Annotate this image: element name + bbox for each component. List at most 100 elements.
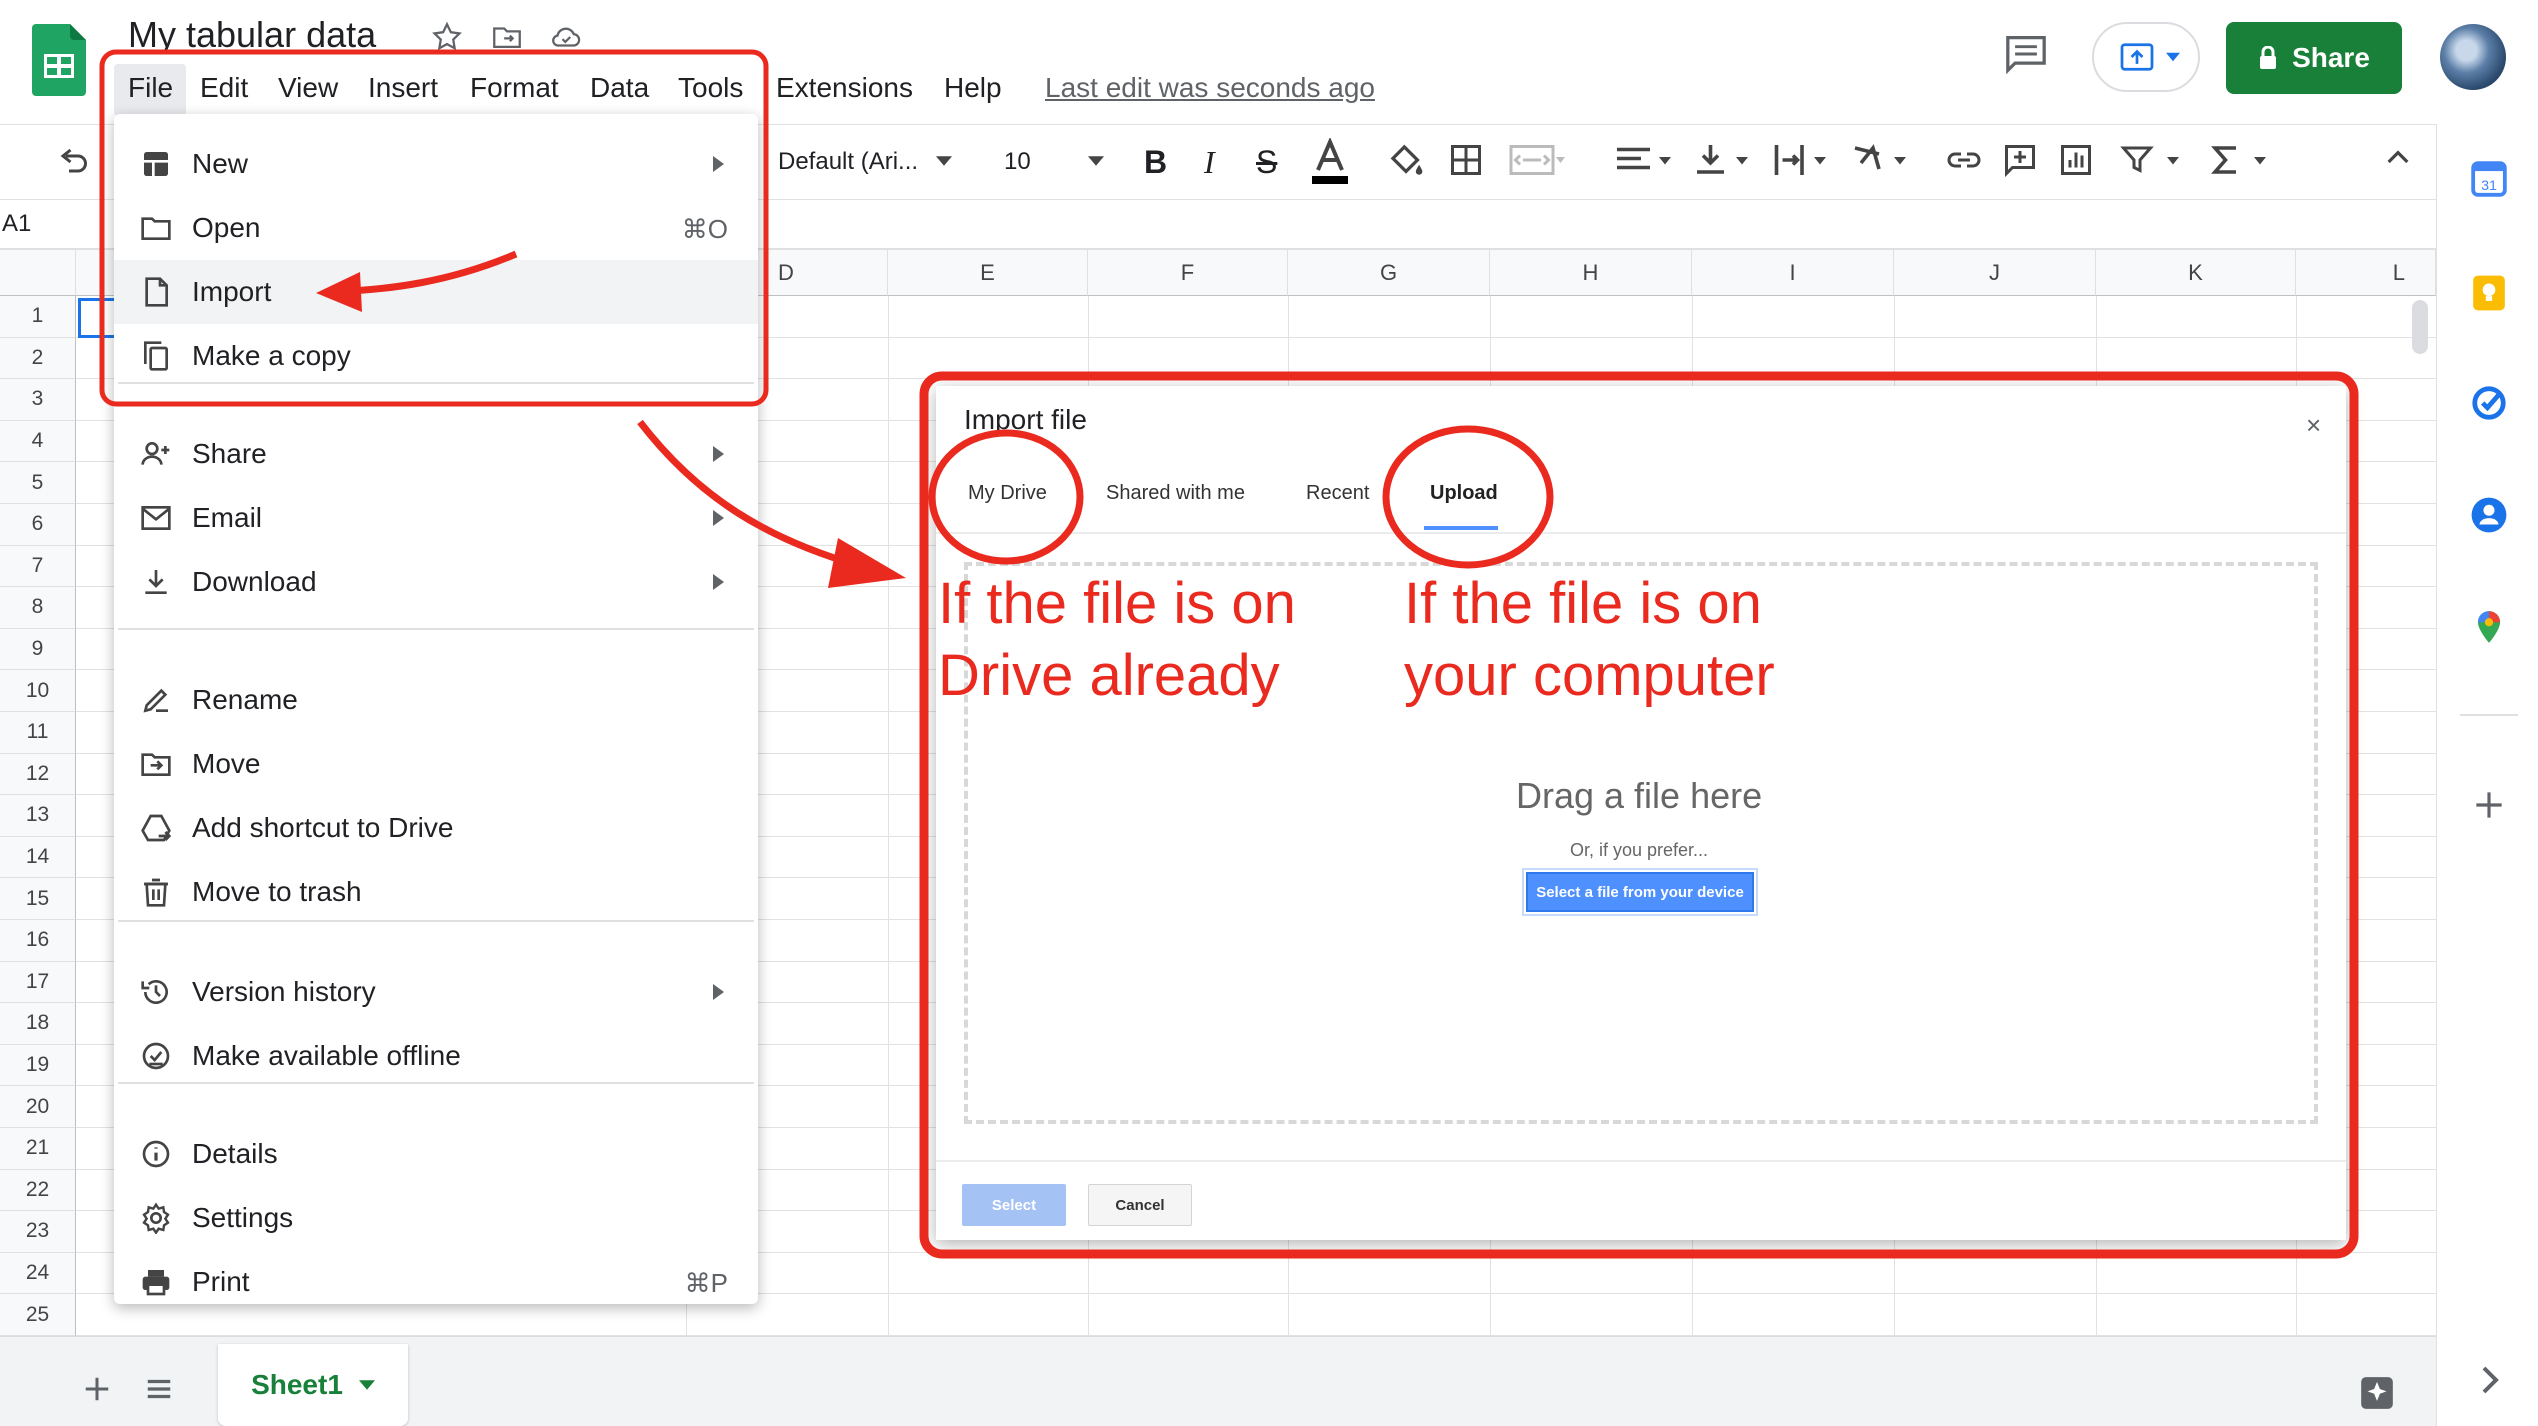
keep-icon[interactable] bbox=[2470, 274, 2508, 312]
add-addon-icon[interactable] bbox=[2470, 786, 2508, 824]
row-header[interactable]: 17 bbox=[0, 961, 76, 1004]
menu-item-open[interactable]: Open ⌘O bbox=[114, 196, 758, 260]
menu-help[interactable]: Help bbox=[944, 72, 1002, 104]
select-all-corner[interactable] bbox=[0, 250, 76, 296]
row-header[interactable]: 13 bbox=[0, 795, 76, 837]
row-header[interactable]: 24 bbox=[0, 1252, 76, 1295]
move-to-folder-icon[interactable] bbox=[490, 20, 524, 54]
column-header-l[interactable]: L bbox=[2296, 250, 2436, 296]
cloud-saved-icon[interactable] bbox=[548, 20, 584, 54]
menu-file[interactable]: File bbox=[128, 72, 173, 104]
row-header[interactable]: 2 bbox=[0, 337, 76, 380]
explore-icon[interactable] bbox=[2358, 1374, 2396, 1412]
row-header[interactable]: 21 bbox=[0, 1128, 76, 1170]
text-wrapping-icon[interactable] bbox=[1770, 142, 1834, 178]
row-header[interactable]: 22 bbox=[0, 1169, 76, 1212]
font-size-arrow-icon[interactable] bbox=[1088, 156, 1104, 166]
chevron-down-icon[interactable] bbox=[358, 1380, 375, 1390]
present-button[interactable] bbox=[2092, 22, 2200, 92]
vertical-scrollbar[interactable] bbox=[2412, 300, 2428, 354]
contacts-icon[interactable] bbox=[2470, 496, 2508, 534]
vertical-align-icon[interactable] bbox=[1692, 142, 1756, 178]
maps-icon[interactable] bbox=[2470, 608, 2508, 646]
bold-icon[interactable]: B bbox=[1144, 144, 1167, 181]
italic-icon[interactable]: I bbox=[1204, 144, 1215, 181]
tab-my-drive[interactable]: My Drive bbox=[968, 482, 1047, 505]
document-title[interactable]: My tabular data bbox=[128, 14, 376, 56]
column-header-g[interactable]: G bbox=[1288, 250, 1490, 296]
menu-item-add-shortcut-to-drive[interactable]: Add shortcut to Drive bbox=[114, 796, 758, 860]
menu-insert[interactable]: Insert bbox=[368, 72, 438, 104]
column-header-j[interactable]: J bbox=[1894, 250, 2096, 296]
row-header[interactable]: 10 bbox=[0, 670, 76, 712]
row-header[interactable]: 1 bbox=[0, 296, 76, 338]
tab-shared-with-me[interactable]: Shared with me bbox=[1106, 482, 1245, 505]
menu-format[interactable]: Format bbox=[470, 72, 559, 104]
undo-icon[interactable] bbox=[54, 144, 90, 180]
tab-recent[interactable]: Recent bbox=[1306, 482, 1369, 505]
tasks-icon[interactable] bbox=[2470, 384, 2508, 422]
column-header-e[interactable]: E bbox=[888, 250, 1088, 296]
menu-item-email[interactable]: Email bbox=[114, 486, 758, 550]
close-icon[interactable]: × bbox=[2306, 410, 2321, 441]
insert-comment-icon[interactable] bbox=[2002, 142, 2038, 178]
row-header[interactable]: 25 bbox=[0, 1294, 76, 1336]
sheets-logo-icon[interactable] bbox=[32, 24, 86, 96]
text-color-icon[interactable] bbox=[1310, 138, 1350, 186]
avatar[interactable] bbox=[2440, 24, 2506, 90]
all-sheets-icon[interactable] bbox=[144, 1374, 174, 1404]
merge-cells-icon[interactable] bbox=[1506, 142, 1570, 178]
font-family-select[interactable]: Default (Ari... bbox=[778, 148, 918, 176]
row-header[interactable]: 19 bbox=[0, 1044, 76, 1087]
strikethrough-icon[interactable]: S bbox=[1256, 144, 1277, 181]
menu-extensions[interactable]: Extensions bbox=[776, 72, 913, 104]
row-header[interactable]: 23 bbox=[0, 1211, 76, 1253]
text-rotation-icon[interactable] bbox=[1850, 142, 1914, 178]
menu-item-rename[interactable]: Rename bbox=[114, 668, 758, 732]
menu-item-share[interactable]: Share bbox=[114, 422, 758, 486]
menu-item-move[interactable]: Move bbox=[114, 732, 758, 796]
collapse-toolbar-icon[interactable] bbox=[2382, 142, 2414, 174]
select-from-device-button[interactable]: Select a file from your device bbox=[1526, 872, 1754, 912]
menu-data[interactable]: Data bbox=[590, 72, 649, 104]
tab-upload[interactable]: Upload bbox=[1430, 482, 1498, 505]
row-header[interactable]: 15 bbox=[0, 878, 76, 920]
sheet-tab-sheet1[interactable]: Sheet1 bbox=[218, 1344, 408, 1426]
share-button[interactable]: Share bbox=[2226, 22, 2402, 94]
row-header[interactable]: 3 bbox=[0, 379, 76, 421]
menu-item-make-a-copy[interactable]: Make a copy bbox=[114, 324, 758, 388]
row-header[interactable]: 16 bbox=[0, 920, 76, 962]
column-header-k[interactable]: K bbox=[2096, 250, 2296, 296]
row-header[interactable]: 11 bbox=[0, 712, 76, 754]
menu-item-import[interactable]: Import bbox=[114, 260, 758, 324]
calendar-icon[interactable]: 31 bbox=[2470, 160, 2508, 198]
last-edit-link[interactable]: Last edit was seconds ago bbox=[1045, 72, 1375, 104]
menu-item-print[interactable]: Print ⌘P bbox=[114, 1250, 758, 1314]
row-header[interactable]: 7 bbox=[0, 545, 76, 588]
insert-chart-icon[interactable] bbox=[2058, 142, 2094, 178]
row-header[interactable]: 9 bbox=[0, 628, 76, 671]
menu-view[interactable]: View bbox=[278, 72, 338, 104]
row-header[interactable]: 12 bbox=[0, 753, 76, 796]
filter-icon[interactable] bbox=[2116, 142, 2188, 178]
menu-tools[interactable]: Tools bbox=[678, 72, 743, 104]
star-icon[interactable] bbox=[430, 20, 464, 54]
row-header[interactable]: 18 bbox=[0, 1003, 76, 1045]
menu-item-details[interactable]: Details bbox=[114, 1122, 758, 1186]
column-header-h[interactable]: H bbox=[1490, 250, 1692, 296]
menu-item-new[interactable]: New bbox=[114, 132, 758, 196]
borders-icon[interactable] bbox=[1448, 142, 1484, 178]
functions-icon[interactable] bbox=[2206, 142, 2278, 178]
menu-item-make-available-offline[interactable]: Make available offline bbox=[114, 1024, 758, 1088]
row-header[interactable]: 20 bbox=[0, 1086, 76, 1128]
row-header[interactable]: 8 bbox=[0, 587, 76, 629]
column-header-i[interactable]: I bbox=[1692, 250, 1894, 296]
select-button[interactable]: Select bbox=[962, 1184, 1066, 1226]
menu-item-version-history[interactable]: Version history bbox=[114, 960, 758, 1024]
font-size-select[interactable]: 10 bbox=[1004, 148, 1031, 176]
font-dropdown-arrow-icon[interactable] bbox=[936, 156, 952, 166]
row-header[interactable]: 5 bbox=[0, 462, 76, 504]
column-header-f[interactable]: F bbox=[1088, 250, 1288, 296]
menu-item-settings[interactable]: Settings bbox=[114, 1186, 758, 1250]
comments-icon[interactable] bbox=[2004, 34, 2048, 74]
